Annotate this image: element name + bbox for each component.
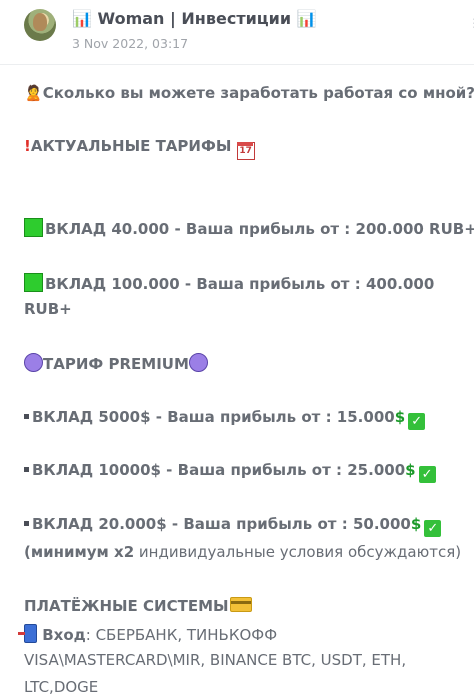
premium-heading-line: ТАРИФ PREMIUM	[24, 353, 208, 373]
premium-heading: ТАРИФ PREMIUM	[43, 355, 189, 373]
tariffs-heading-line: !АКТУАЛЬНЫЕ ТАРИФЫ 17	[24, 137, 255, 160]
calendar-icon: 17	[236, 142, 255, 160]
question-line: 🙎Сколько вы можете заработать работая со…	[24, 84, 474, 102]
deposit-2-text-line1: ВКЛАД 100.000 - Ваша прибыль от : 400.00…	[45, 275, 435, 293]
premium-note-text: индивидуальные условия обсуждаются)	[134, 543, 462, 561]
question-text: Сколько вы можете заработать работая со …	[42, 84, 474, 102]
deposit-2-text-line2: RUB+	[24, 300, 72, 318]
premium-2-line: ВКЛАД 10000$ - Ваша прибыль от : 25.000$…	[24, 461, 436, 483]
premium-1-line: ВКЛАД 5000$ - Ваша прибыль от : 15.000$ ✓	[24, 408, 426, 430]
tariffs-heading: АКТУАЛЬНЫЕ ТАРИФЫ	[30, 137, 232, 155]
person-icon: 🙎	[24, 84, 43, 102]
premium-2-text: ВКЛАД 10000$ - Ваша прибыль от : 25.000	[32, 461, 406, 479]
purple-circle-icon	[24, 353, 43, 372]
bullet-icon	[24, 414, 29, 419]
green-square-icon	[24, 218, 43, 237]
check-icon: ✓	[424, 520, 442, 537]
credit-card-icon	[229, 597, 252, 612]
dollar-icon: $	[410, 515, 422, 533]
input-text-line1: : СБЕРБАНК, ТИНЬКОФФ	[85, 626, 278, 644]
payments-heading: ПЛАТЁЖНЫЕ СИСТЕМЫ	[24, 597, 229, 615]
input-line-3: LTC,DOGE	[24, 678, 98, 696]
payments-heading-line: ПЛАТЁЖНЫЕ СИСТЕМЫ	[24, 597, 252, 615]
input-line-2: VISA\MASTERCARD\MIR, BINANCE BTC, USDT, …	[24, 651, 406, 669]
post-header: 📊 Woman | Инвестиции 📊 3 Nov 2022, 03:17…	[0, 0, 474, 62]
input-label: Вход	[42, 626, 86, 644]
input-text-line3: LTC,DOGE	[24, 678, 99, 696]
more-options-icon[interactable]: ⋮	[468, 17, 474, 32]
premium-note-bold: (минимум х2	[24, 543, 135, 561]
deposit-1-line: ВКЛАД 40.000 - Ваша прибыль от : 200.000…	[24, 218, 474, 238]
channel-avatar[interactable]	[24, 9, 56, 41]
premium-3-text: ВКЛАД 20.000$ - Ваша прибыль от : 50.000	[32, 515, 411, 533]
bullet-icon	[24, 467, 29, 472]
premium-3-line: ВКЛАД 20.000$ - Ваша прибыль от : 50.000…	[24, 515, 442, 537]
premium-1-text: ВКЛАД 5000$ - Ваша прибыль от : 15.000	[32, 408, 395, 426]
deposit-2-line2: RUB+	[24, 300, 72, 318]
check-icon: ✓	[418, 466, 436, 483]
post-date: 3 Nov 2022, 03:17	[72, 36, 189, 51]
dollar-icon: $	[405, 461, 416, 479]
exclamation-icon: !	[24, 137, 31, 155]
channel-title[interactable]: 📊 Woman | Инвестиции 📊	[72, 9, 317, 28]
dollar-icon: $	[394, 408, 406, 426]
deposit-2-line: ВКЛАД 100.000 - Ваша прибыль от : 400.00…	[24, 273, 434, 293]
input-line-1: Вход: СБЕРБАНК, ТИНЬКОФФ	[18, 624, 278, 644]
purple-circle-icon	[188, 353, 208, 372]
bullet-icon	[24, 521, 29, 526]
header-divider	[0, 64, 474, 65]
phone-icon	[18, 624, 37, 643]
premium-note-line: (минимум х2 индивидуальные условия обсуж…	[24, 543, 461, 561]
green-square-icon	[24, 273, 43, 292]
check-icon: ✓	[408, 413, 426, 430]
deposit-1-text: ВКЛАД 40.000 - Ваша прибыль от : 200.000…	[45, 220, 474, 238]
input-text-line2: VISA\MASTERCARD\MIR, BINANCE BTC, USDT, …	[24, 651, 407, 669]
